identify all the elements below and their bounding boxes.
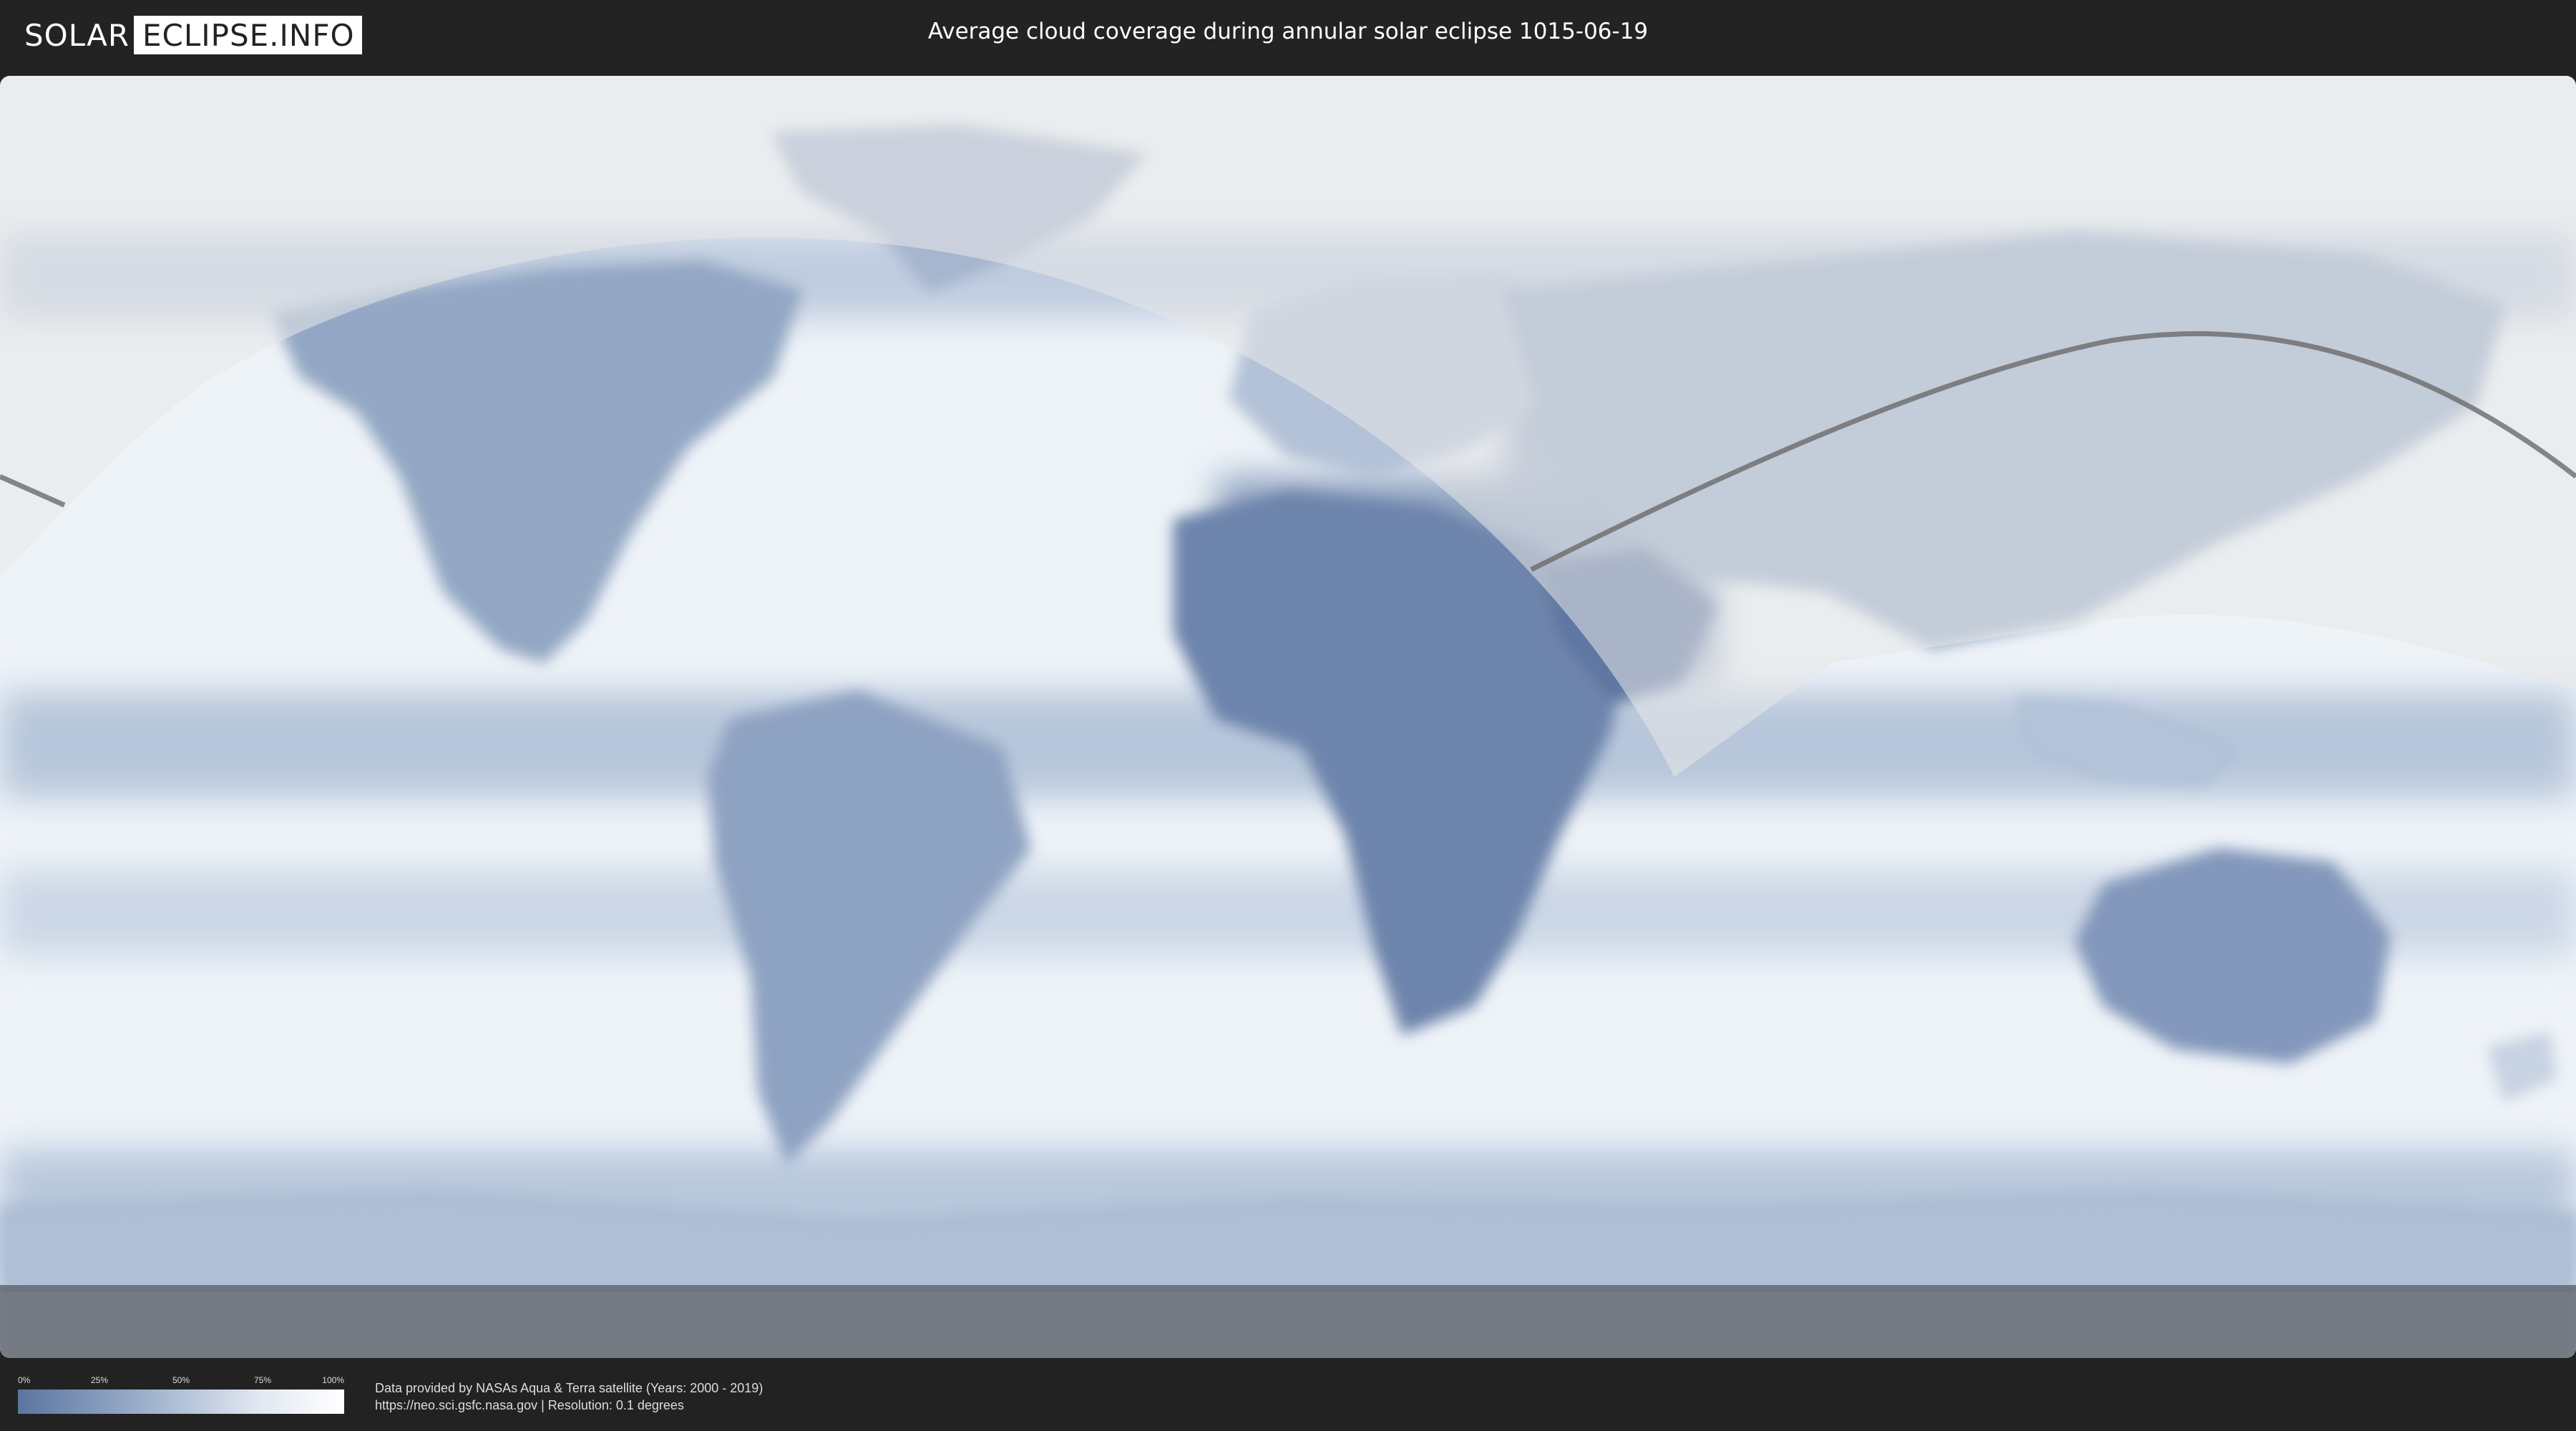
credit-source-line: Data provided by NASAs Aqua & Terra sate… [375,1381,763,1395]
header-bar: SOLAR ECLIPSE.INFO Average cloud coverag… [0,0,2576,72]
page-title: Average cloud coverage during annular so… [927,19,1649,44]
legend-tick-labels: 0% 25% 50% 75% 100% [18,1375,344,1388]
legend-tick-75: 75% [253,1375,272,1385]
legend-tick-0: 0% [18,1375,31,1385]
credit-url-line[interactable]: https://neo.sci.gsfc.nasa.gov | Resoluti… [375,1397,763,1414]
legend-tick-25: 25% [90,1375,109,1385]
cloud-coverage-map[interactable] [0,76,2576,1358]
data-credits: Data provided by NASAs Aqua & Terra sate… [375,1379,763,1414]
legend-tick-50: 50% [172,1375,190,1385]
legend-tick-100: 100% [322,1375,344,1385]
cloud-coverage-legend-bar [18,1390,344,1414]
polar-night-band [0,1285,2576,1358]
